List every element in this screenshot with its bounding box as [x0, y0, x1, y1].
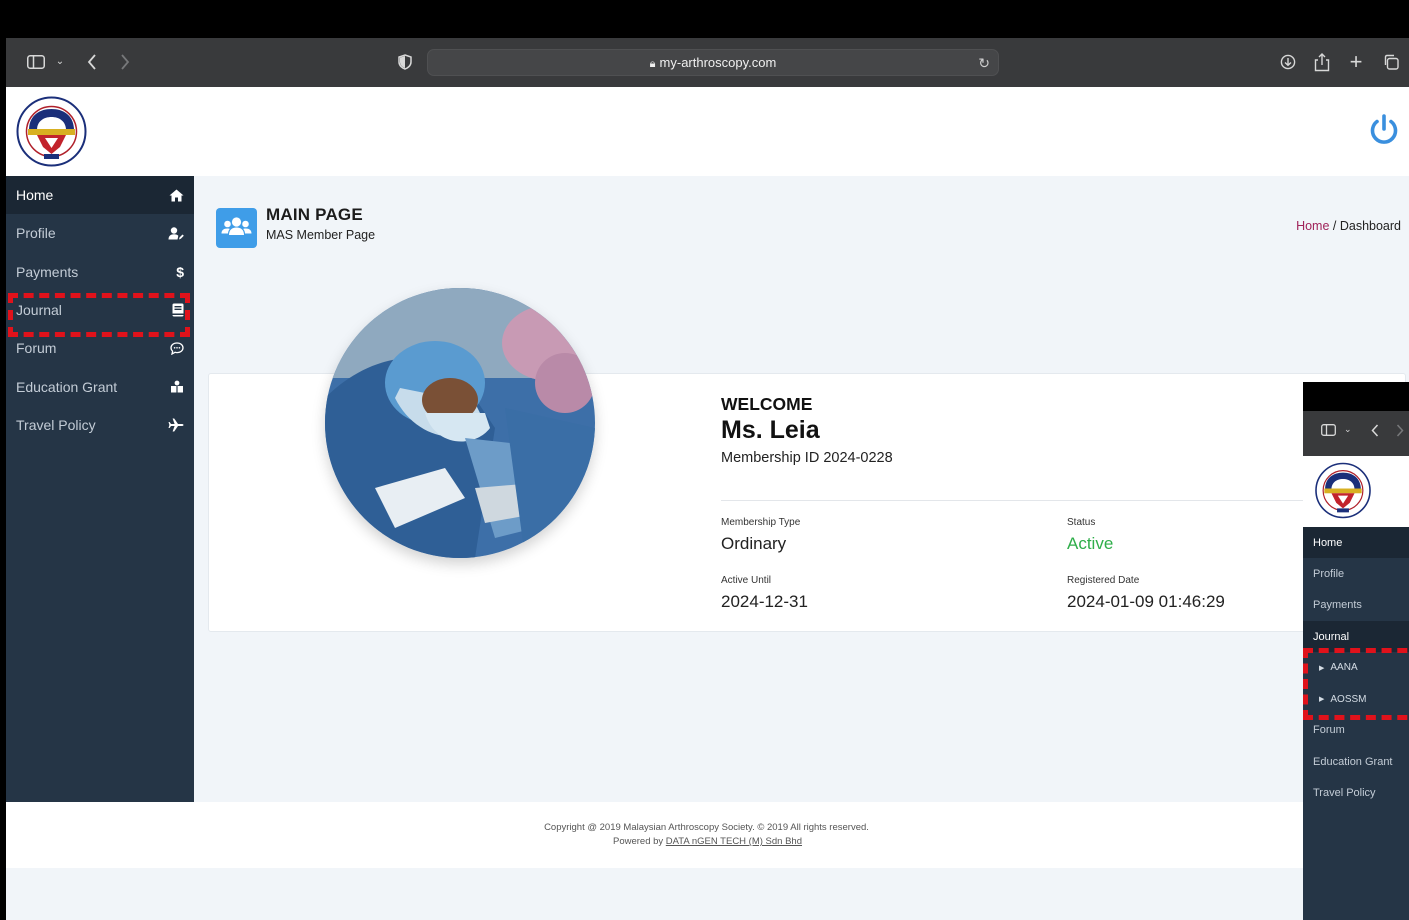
sidebar-nav: Home Profile Payments $ Journal Forum Ed… — [6, 176, 194, 802]
sidebar-item-label: Forum — [16, 340, 57, 357]
sidebar-subitem-aossm[interactable]: ▶ AOSSM — [1303, 683, 1409, 714]
site-header — [6, 87, 1409, 176]
member-name: Ms. Leia — [721, 416, 820, 444]
registered-date-label: Registered Date — [1067, 575, 1140, 586]
powered-by-link[interactable]: DATA nGEN TECH (M) Sdn Bhd — [666, 836, 802, 847]
sidebar-item-label: Education Grant — [16, 378, 118, 395]
sidebar-item-payments[interactable]: Payments — [1303, 590, 1409, 621]
graduate-icon — [170, 367, 184, 405]
sidebar-toggle-icon[interactable] — [1321, 424, 1336, 439]
status-label: Status — [1067, 517, 1096, 528]
second-browser-toolbar: ⌄ — [1303, 411, 1409, 456]
page-subtitle: MAS Member Page — [266, 228, 376, 242]
welcome-heading: WELCOME — [721, 394, 813, 414]
sidebar-item-label: Forum — [1313, 724, 1345, 737]
sidebar-item-label: AOSSM — [1330, 693, 1367, 705]
status-value: Active — [1067, 534, 1114, 553]
sidebar-item-label: Journal — [1313, 630, 1350, 643]
society-logo[interactable] — [15, 96, 88, 167]
back-icon[interactable] — [1371, 424, 1379, 440]
powered-by: Powered by DATA nGEN TECH (M) Sdn Bhd — [6, 836, 1409, 847]
chevron-down-icon[interactable]: ⌄ — [1344, 424, 1352, 435]
sidebar-item-travel-policy[interactable]: Travel Policy — [1303, 777, 1409, 808]
address-bar[interactable]: 🔒︎ my-arthroscopy.com ↻ — [427, 49, 999, 76]
society-logo[interactable] — [1314, 462, 1372, 519]
caret-right-icon: ▶ — [1319, 664, 1325, 672]
caret-right-icon: ▶ — [1319, 696, 1325, 704]
forward-icon[interactable] — [1396, 424, 1404, 440]
sidebar-item-home[interactable]: Home — [1303, 527, 1409, 559]
power-logout-icon[interactable] — [1369, 114, 1399, 146]
sidebar-item-journal[interactable]: Journal — [1303, 620, 1409, 653]
sidebar-item-label: Payments — [16, 263, 79, 280]
forward-icon[interactable] — [116, 50, 134, 74]
copyright-text: Copyright @ 2019 Malaysian Arthroscopy S… — [544, 822, 869, 833]
sidebar-item-payments[interactable]: Payments $ — [6, 253, 194, 291]
browser-toolbar: ⌄ 🔒︎ my-arthroscopy.com ↻ + — [6, 38, 1409, 87]
membership-type-value: Ordinary — [721, 534, 787, 553]
registered-date-value: 2024-01-09 01:46:29 — [1067, 592, 1225, 611]
url-text: my-arthroscopy.com — [659, 55, 777, 70]
page-title: MAIN PAGE — [266, 205, 363, 224]
tab-overview-icon[interactable] — [1382, 50, 1400, 74]
privacy-shield-icon[interactable] — [396, 50, 414, 74]
second-browser-window: ⌄ Home Profile Payments Journal ▶ AANA ▶ A… — [1303, 382, 1409, 920]
new-tab-icon[interactable]: + — [1347, 50, 1365, 74]
sidebar-item-label: Payments — [1313, 599, 1362, 612]
sidebar-toggle-icon[interactable] — [26, 50, 46, 74]
sidebar-item-label: Home — [16, 187, 54, 204]
sidebar-item-label: Travel Policy — [1313, 787, 1376, 800]
sidebar-item-journal[interactable]: Journal — [6, 291, 194, 329]
chat-bubble-icon — [170, 329, 184, 367]
active-until-label: Active Until — [721, 575, 772, 586]
sidebar-item-education-grant[interactable]: Education Grant — [1303, 746, 1409, 777]
sidebar-item-education-grant[interactable]: Education Grant — [6, 367, 194, 405]
sidebar-item-label: Home — [1313, 536, 1343, 549]
sidebar-item-profile[interactable]: Profile — [1303, 558, 1409, 589]
breadcrumb-home-link[interactable]: Home — [1296, 219, 1329, 233]
book-icon — [172, 291, 184, 329]
membership-type-label: Membership Type — [721, 517, 801, 528]
sidebar-item-travel-policy[interactable]: Travel Policy — [6, 406, 194, 444]
reload-icon[interactable]: ↻ — [978, 50, 990, 76]
sidebar-item-label: Education Grant — [1313, 755, 1393, 768]
user-edit-icon — [168, 214, 184, 252]
download-icon[interactable] — [1279, 50, 1297, 74]
back-icon[interactable] — [83, 50, 101, 74]
share-icon[interactable] — [1313, 50, 1331, 74]
breadcrumb-current: Dashboard — [1339, 219, 1401, 233]
sidebar-item-label: Journal — [16, 302, 62, 319]
active-until-value: 2024-12-31 — [721, 592, 808, 611]
dollar-icon: $ — [176, 263, 184, 280]
sidebar-item-label: Travel Policy — [16, 416, 96, 433]
sidebar-item-label: Profile — [1313, 567, 1345, 580]
sidebar-subitem-aana[interactable]: ▶ AANA — [1303, 652, 1409, 683]
url-text-wrap: 🔒︎ my-arthroscopy.com — [428, 50, 998, 77]
browser-window: ⌄ 🔒︎ my-arthroscopy.com ↻ + Home Profile… — [6, 38, 1409, 920]
surgeon-photo — [325, 288, 595, 558]
sidebar-item-forum[interactable]: Forum — [1303, 715, 1409, 746]
sidebar-item-home[interactable]: Home — [6, 176, 194, 215]
chevron-down-icon[interactable]: ⌄ — [53, 50, 67, 74]
membership-id: Membership ID 2024-0228 — [721, 450, 893, 466]
site-footer: Copyright @ 2019 Malaysian Arthroscopy S… — [6, 802, 1409, 868]
powered-by-prefix: Powered by — [612, 836, 666, 847]
users-group-icon — [216, 208, 257, 248]
main-content: MAIN PAGE MAS Member Page Home / Dashboa… — [194, 176, 1409, 802]
breadcrumb-separator: / — [1329, 219, 1340, 233]
lock-icon: 🔒︎ — [649, 58, 656, 70]
airplane-icon — [168, 406, 184, 444]
breadcrumb: Home / Dashboard — [1296, 219, 1401, 233]
sidebar-item-label: Profile — [16, 225, 56, 242]
second-site-header — [1303, 456, 1409, 527]
home-icon — [169, 176, 184, 214]
sidebar-item-label: AANA — [1330, 662, 1358, 674]
sidebar-item-forum[interactable]: Forum — [6, 329, 194, 367]
second-sidebar-nav: Home Profile Payments Journal ▶ AANA ▶ AOS… — [1303, 527, 1409, 920]
sidebar-item-profile[interactable]: Profile — [6, 214, 194, 252]
